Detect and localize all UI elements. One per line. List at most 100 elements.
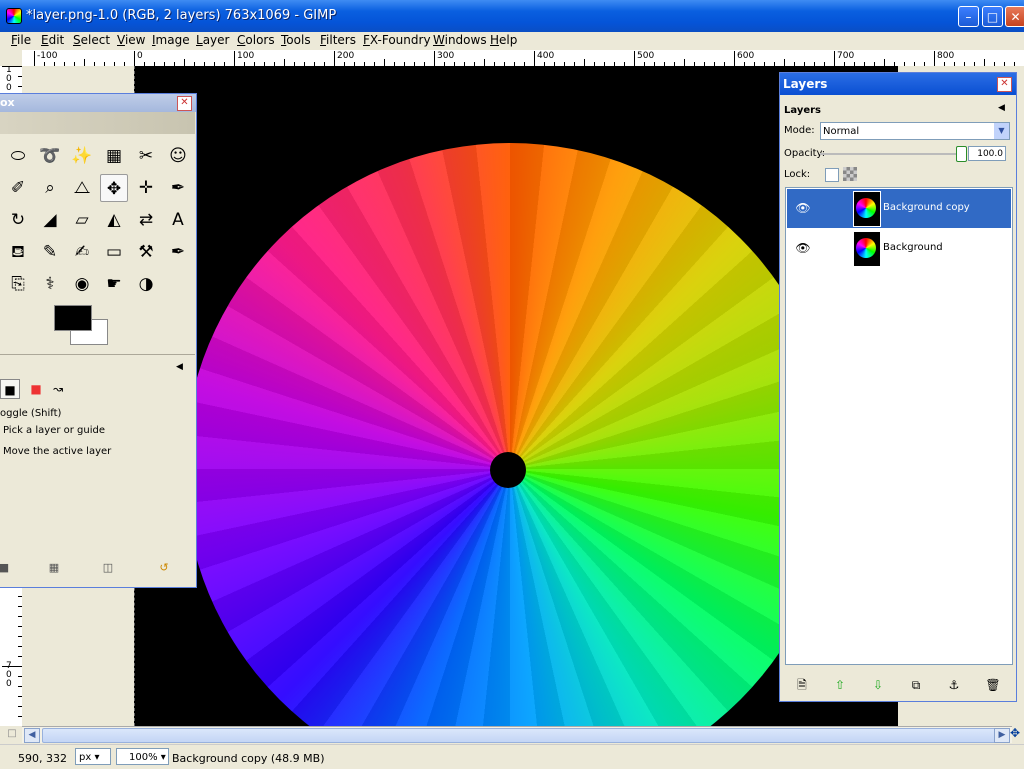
opacity-spinbox[interactable]: 100.0 xyxy=(968,146,1006,161)
layer-name: Background xyxy=(883,242,943,253)
layers-menu-icon[interactable]: ◀ xyxy=(998,103,1005,113)
layer-row-background-copy[interactable]: 👁 Background copy xyxy=(787,189,1011,228)
fuzzy-select-icon[interactable]: ✨ xyxy=(68,142,96,170)
text-icon[interactable]: A xyxy=(164,206,192,234)
menu-file[interactable]: File xyxy=(11,33,31,47)
menu-colors[interactable]: Colors xyxy=(237,33,275,47)
pick-layer-option[interactable]: Pick a layer or guide xyxy=(3,425,105,436)
pointer-coordinates: 590, 332 xyxy=(18,752,67,765)
clone-icon[interactable]: ⎘ xyxy=(4,270,32,298)
rect-select-icon[interactable]: ⬭ xyxy=(4,142,32,170)
lock-alpha-icon[interactable] xyxy=(843,167,857,181)
dodge-burn-icon[interactable]: ◑ xyxy=(132,270,160,298)
delete-layer-icon[interactable]: 🗑 xyxy=(985,677,1001,693)
move-active-layer-option[interactable]: Move the active layer xyxy=(3,446,111,457)
tool-options-menu-icon[interactable]: ◀ xyxy=(176,362,183,372)
scissors-icon[interactable]: ✂ xyxy=(132,142,160,170)
scroll-left-arrow[interactable]: ◀ xyxy=(24,728,40,743)
blur-icon[interactable]: ◉ xyxy=(68,270,96,298)
raise-layer-icon[interactable]: ⇧ xyxy=(832,677,848,693)
vruler-label: 100 xyxy=(6,66,12,93)
menu-windows[interactable]: Windows xyxy=(433,33,487,47)
close-button[interactable]: ✕ xyxy=(1005,6,1024,27)
shear-icon[interactable]: ▱ xyxy=(68,206,96,234)
crop-icon[interactable]: ✒ xyxy=(164,174,192,202)
zoom-selector[interactable]: 100% ▾ xyxy=(116,748,169,765)
menu-image[interactable]: Image xyxy=(152,33,190,47)
minimize-button[interactable]: – xyxy=(958,6,979,27)
layer-row-background[interactable]: 👁 Background xyxy=(787,229,1011,268)
move-icon[interactable]: ✥ xyxy=(100,174,128,202)
align-icon[interactable]: ✛ xyxy=(132,174,160,202)
ink-icon[interactable]: ✒ xyxy=(164,238,192,266)
duplicate-layer-icon[interactable]: ⧉ xyxy=(908,677,924,693)
smudge-icon[interactable]: ☛ xyxy=(100,270,128,298)
menu-filters[interactable]: Filters xyxy=(320,33,356,47)
heal-icon[interactable]: ⚕ xyxy=(36,270,64,298)
flip-icon[interactable]: ⇄ xyxy=(132,206,160,234)
opacity-slider-handle[interactable] xyxy=(956,146,967,162)
ruler-minor-tick xyxy=(784,59,785,66)
window-titlebar: *layer.png-1.0 (RGB, 2 layers) 763x1069 … xyxy=(0,0,1024,32)
maximize-button[interactable]: □ xyxy=(982,6,1003,27)
zoom-icon[interactable]: ⌕ xyxy=(36,174,64,202)
perspective-icon[interactable]: ◭ xyxy=(100,206,128,234)
menu-edit[interactable]: Edit xyxy=(41,33,64,47)
lower-layer-icon[interactable]: ⇩ xyxy=(870,677,886,693)
new-layer-icon[interactable]: 🗎 xyxy=(794,677,810,693)
save-options-icon[interactable]: ■ xyxy=(0,560,12,576)
menu-help[interactable]: Help xyxy=(490,33,517,47)
scrollbar-thumb[interactable] xyxy=(42,728,1004,743)
eye-icon[interactable]: 👁 xyxy=(795,241,811,255)
ruler-major-tick xyxy=(34,51,35,66)
select-by-color-icon[interactable]: ▦ xyxy=(100,142,128,170)
color-picker-icon[interactable]: ✐ xyxy=(4,174,32,202)
foreground-color-swatch[interactable] xyxy=(54,305,92,331)
unit-selector[interactable]: px ▾ xyxy=(75,748,111,765)
menu-view[interactable]: View xyxy=(117,33,145,47)
horizontal-scrollbar[interactable]: ◀ ▶ xyxy=(22,726,1012,743)
rotate-icon[interactable]: ↻ xyxy=(4,206,32,234)
free-select-icon[interactable]: ➰ xyxy=(36,142,64,170)
active-layer-info: Background copy (48.9 MB) xyxy=(172,752,325,765)
reset-options-icon[interactable]: ↺ xyxy=(156,560,172,576)
paintbrush-icon[interactable]: ✍ xyxy=(68,238,96,266)
ruler-corner[interactable] xyxy=(0,50,23,67)
anchor-layer-icon[interactable]: ⚓ xyxy=(946,677,962,693)
opacity-slider[interactable] xyxy=(820,153,960,155)
restore-options-icon[interactable]: ▦ xyxy=(46,560,62,576)
ruler-minor-tick xyxy=(84,59,85,66)
bucket-fill-icon[interactable]: ⛾ xyxy=(4,238,32,266)
move-path-mode-icon[interactable]: ↝ xyxy=(48,379,68,399)
ruler-major-tick xyxy=(534,51,535,66)
airbrush-icon[interactable]: ⚒ xyxy=(132,238,160,266)
mode-value: Normal xyxy=(823,126,860,137)
horizontal-ruler[interactable]: -100 0 100 200 300 400 500 600 700 800 xyxy=(22,50,1024,67)
delete-options-icon[interactable]: ◫ xyxy=(100,560,116,576)
mode-select[interactable]: Normal ▼ xyxy=(820,122,1010,140)
pencil-icon[interactable]: ✎ xyxy=(36,238,64,266)
wheel-center-hole xyxy=(490,452,526,488)
layers-title: Layers xyxy=(783,77,828,91)
toolbox-close-button[interactable]: ✕ xyxy=(177,96,192,111)
menu-select[interactable]: Select xyxy=(73,33,110,47)
navigate-icon[interactable]: ✥ xyxy=(1010,726,1024,742)
menu-fx-foundry[interactable]: FX-Foundry xyxy=(363,33,431,47)
menu-layer[interactable]: Layer xyxy=(196,33,229,47)
ruler-label: 500 xyxy=(637,51,655,61)
wheel-petal-shading xyxy=(184,143,836,726)
ruler-label: 0 xyxy=(137,51,143,61)
ruler-tick xyxy=(2,666,22,667)
lock-pixels-checkbox[interactable] xyxy=(825,168,839,182)
scroll-right-arrow[interactable]: ▶ xyxy=(994,728,1010,743)
eraser-icon[interactable]: ▭ xyxy=(100,238,128,266)
layers-close-button[interactable]: ✕ xyxy=(997,77,1012,92)
move-layer-mode-icon[interactable]: ■ xyxy=(0,379,20,399)
menu-tools[interactable]: Tools xyxy=(281,33,311,47)
measure-icon[interactable]: ⧍ xyxy=(68,174,96,202)
scale-icon[interactable]: ◢ xyxy=(36,206,64,234)
foreground-select-icon[interactable]: ☺ xyxy=(164,142,192,170)
eye-icon[interactable]: 👁 xyxy=(795,201,811,215)
quick-mask-toggle-icon[interactable]: □ xyxy=(4,726,20,742)
move-selection-mode-icon[interactable]: ■ xyxy=(26,379,46,399)
